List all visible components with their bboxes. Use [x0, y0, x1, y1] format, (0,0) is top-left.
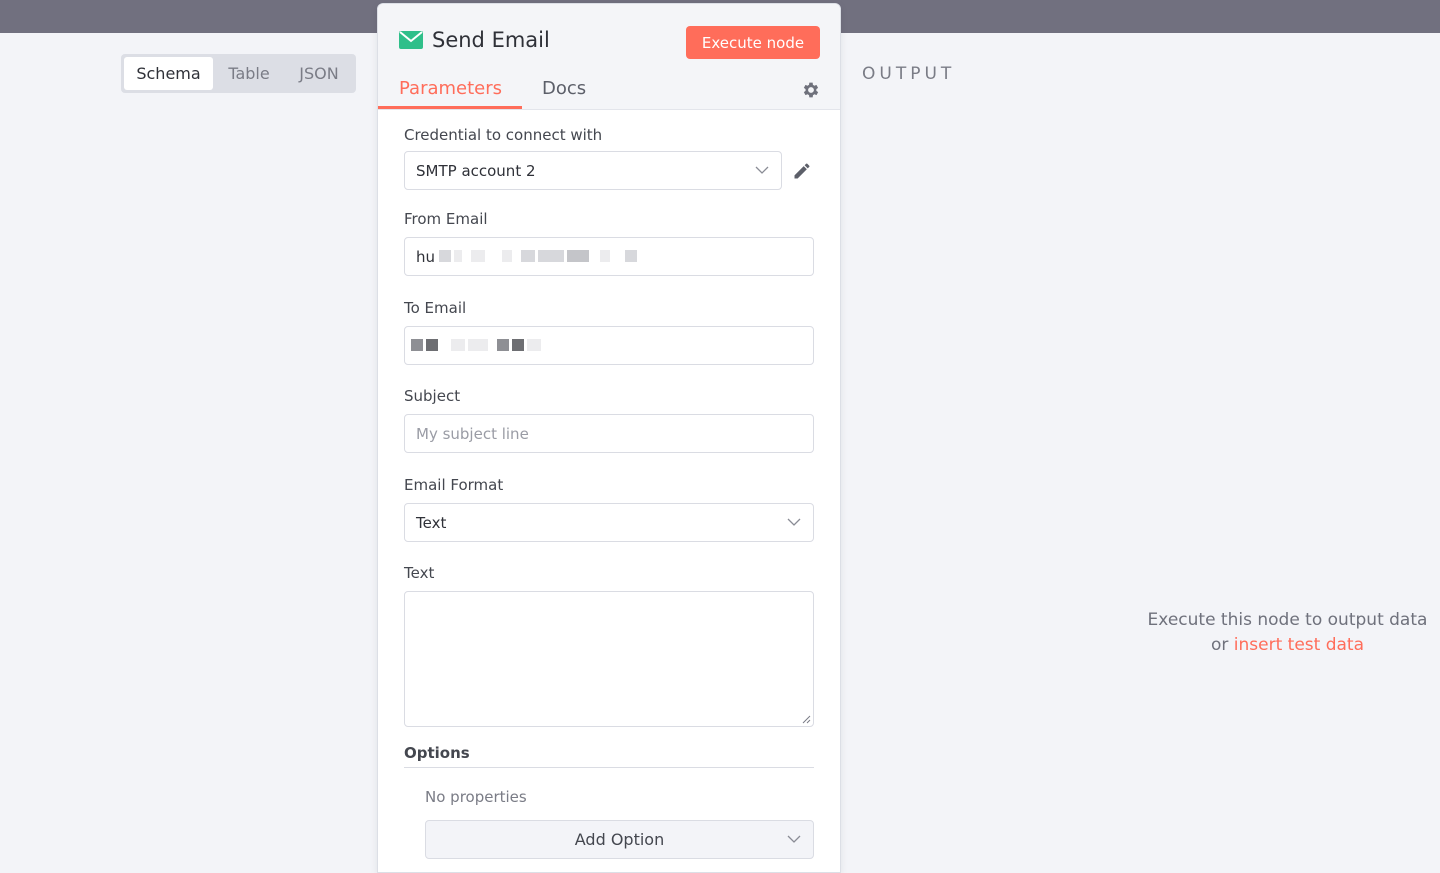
chevron-down-icon: [755, 166, 769, 174]
email-format-value: Text: [416, 513, 447, 532]
to-email-label: To Email: [404, 299, 467, 317]
chevron-down-icon: [787, 835, 801, 843]
parameters-form: Credential to connect with SMTP account …: [404, 126, 814, 859]
from-email-input[interactable]: hu: [404, 237, 814, 276]
output-message-line2: or insert test data: [1120, 633, 1440, 658]
credential-label: Credential to connect with: [404, 126, 603, 144]
credential-value: SMTP account 2: [416, 161, 536, 180]
credential-select[interactable]: SMTP account 2: [404, 151, 782, 190]
subject-label: Subject: [404, 387, 461, 405]
output-label: OUTPUT: [862, 64, 956, 84]
input-view-switch: Schema Table JSON: [121, 54, 356, 93]
email-format-label: Email Format: [404, 476, 504, 494]
node-title[interactable]: Send Email: [432, 28, 550, 52]
subject-placeholder: My subject line: [416, 424, 529, 443]
text-label: Text: [404, 564, 435, 582]
add-option-button[interactable]: Add Option: [425, 820, 814, 859]
text-textarea[interactable]: [404, 591, 814, 727]
envelope-icon: [399, 31, 423, 49]
options-header: Options: [404, 744, 814, 768]
gear-icon[interactable]: [801, 80, 821, 100]
subject-input[interactable]: My subject line: [404, 414, 814, 453]
execute-node-button[interactable]: Execute node: [686, 26, 820, 59]
insert-test-data-link[interactable]: insert test data: [1234, 635, 1364, 655]
view-schema-button[interactable]: Schema: [124, 57, 213, 90]
no-properties-text: No properties: [425, 788, 527, 806]
node-settings-panel: Send Email Execute node Parameters Docs …: [377, 3, 841, 873]
from-email-value: hu: [416, 247, 436, 266]
output-or-text: or: [1210, 635, 1229, 655]
output-message-text: Execute this node to output data: [1147, 610, 1428, 630]
add-option-label: Add Option: [574, 830, 665, 849]
active-tab-indicator: [378, 106, 522, 109]
redacted-text: [439, 248, 640, 266]
chevron-down-icon: [787, 518, 801, 526]
tab-docs[interactable]: Docs: [542, 78, 586, 110]
output-empty-message: Execute this node to output data or inse…: [1120, 608, 1440, 658]
view-table-button[interactable]: Table: [213, 57, 285, 90]
from-email-label: From Email: [404, 210, 488, 228]
pencil-icon[interactable]: [792, 161, 812, 181]
resize-handle-icon[interactable]: [801, 714, 811, 724]
email-format-select[interactable]: Text: [404, 503, 814, 542]
to-email-input[interactable]: [404, 326, 814, 365]
panel-header: Send Email Execute node Parameters Docs: [378, 4, 840, 110]
redacted-text: [411, 337, 544, 355]
view-json-button[interactable]: JSON: [285, 57, 353, 90]
